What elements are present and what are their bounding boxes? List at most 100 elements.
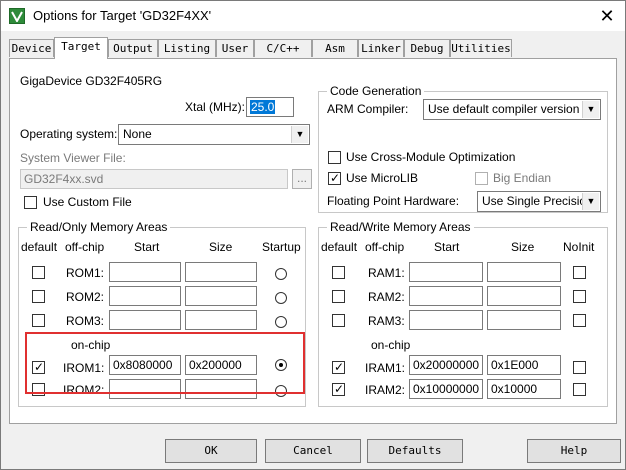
- fpu-select[interactable]: Use Single Precision ▼: [477, 191, 601, 212]
- rom2-startup-radio[interactable]: [275, 292, 287, 304]
- rw-onchip-label: on-chip: [371, 338, 411, 352]
- microlib-checkbox[interactable]: ✓: [328, 171, 341, 185]
- rom2-default-checkbox[interactable]: [32, 290, 45, 303]
- ram1-default-checkbox[interactable]: [332, 266, 345, 279]
- help-button[interactable]: Help: [527, 439, 621, 463]
- ro-header-size: Size: [209, 240, 233, 254]
- tab-target[interactable]: Target: [54, 37, 108, 59]
- ram2-label: RAM2:: [368, 290, 405, 304]
- ram1-label: RAM1:: [368, 266, 405, 280]
- rom1-start-input[interactable]: [109, 262, 181, 282]
- tab-user[interactable]: User: [216, 39, 254, 57]
- xtal-label: Xtal (MHz):: [185, 100, 245, 114]
- rom1-startup-radio[interactable]: [275, 268, 287, 280]
- device-name: GigaDevice GD32F405RG: [20, 74, 163, 88]
- cross-module-checkbox[interactable]: [328, 151, 341, 164]
- custom-file-checkbox[interactable]: [24, 196, 37, 209]
- rom3-startup-radio[interactable]: [275, 316, 287, 328]
- ro-header-startup: Startup: [262, 240, 301, 254]
- check-icon: ✓: [330, 171, 341, 185]
- ram2-noinit-checkbox[interactable]: [573, 290, 586, 303]
- iram2-noinit-checkbox[interactable]: [573, 383, 586, 396]
- arm-compiler-value: Use default compiler version: [428, 102, 580, 116]
- big-endian-label: Big Endian: [493, 171, 552, 185]
- iram1-noinit-checkbox[interactable]: [573, 361, 586, 374]
- code-generation-group: Code Generation ARM Compiler: Use defaul…: [318, 84, 608, 213]
- svd-label: System Viewer File:: [20, 151, 126, 165]
- arm-compiler-select[interactable]: Use default compiler version ▼: [423, 99, 601, 120]
- os-label: Operating system:: [20, 127, 118, 141]
- cancel-button[interactable]: Cancel: [265, 439, 361, 463]
- rom1-default-checkbox[interactable]: [32, 266, 45, 279]
- tab-c-cpp[interactable]: C/C++: [254, 39, 312, 57]
- ok-button[interactable]: OK: [165, 439, 257, 463]
- code-generation-title: Code Generation: [327, 84, 425, 98]
- rom3-label: ROM3:: [66, 314, 105, 328]
- rom2-label: ROM2:: [66, 290, 105, 304]
- rw-header-offchip: off-chip: [365, 240, 405, 254]
- ram2-size-input[interactable]: [487, 286, 561, 306]
- xtal-input[interactable]: 25.0: [246, 97, 294, 117]
- tab-debug[interactable]: Debug: [404, 39, 450, 57]
- iram1-start-input[interactable]: 0x20000000: [409, 355, 483, 375]
- tab-asm[interactable]: Asm: [312, 39, 358, 57]
- ro-header-default: default: [21, 240, 58, 254]
- rom1-label: ROM1:: [66, 266, 105, 280]
- ram1-noinit-checkbox[interactable]: [573, 266, 586, 279]
- rw-memory-title: Read/Write Memory Areas: [327, 220, 474, 234]
- fpu-select-value: Use Single Precision: [482, 194, 593, 208]
- close-icon[interactable]: ✕: [593, 3, 621, 29]
- os-select[interactable]: None ▼: [118, 124, 310, 145]
- tab-utilities[interactable]: Utilities: [450, 39, 512, 57]
- ram3-start-input[interactable]: [409, 310, 483, 330]
- ram3-size-input[interactable]: [487, 310, 561, 330]
- rom3-default-checkbox[interactable]: [32, 314, 45, 327]
- iram2-label: IRAM2:: [365, 383, 406, 397]
- window-title: Options for Target 'GD32F4XX': [33, 8, 212, 23]
- ram1-size-input[interactable]: [487, 262, 561, 282]
- svd-file-input[interactable]: GD32F4xx.svd: [20, 169, 288, 189]
- options-dialog: Options for Target 'GD32F4XX' ✕ Device T…: [0, 0, 626, 470]
- microlib-label: Use MicroLIB: [346, 171, 419, 185]
- tab-output[interactable]: Output: [108, 39, 158, 57]
- rom2-size-input[interactable]: [185, 286, 257, 306]
- title-bar: Options for Target 'GD32F4XX' ✕: [1, 1, 625, 31]
- rw-header-default: default: [321, 240, 358, 254]
- ro-memory-title: Read/Only Memory Areas: [27, 220, 171, 234]
- iram1-size-input[interactable]: 0x1E000: [487, 355, 561, 375]
- iram1-default-checkbox[interactable]: ✓: [332, 360, 345, 374]
- iram2-start-input[interactable]: 0x10000000: [409, 379, 483, 399]
- rom2-start-input[interactable]: [109, 286, 181, 306]
- iram2-size-input[interactable]: 0x10000: [487, 379, 561, 399]
- ro-header-offchip: off-chip: [65, 240, 105, 254]
- defaults-button[interactable]: Defaults: [367, 439, 463, 463]
- tab-device[interactable]: Device: [9, 39, 54, 57]
- check-icon: ✓: [334, 360, 345, 374]
- ram1-start-input[interactable]: [409, 262, 483, 282]
- ram2-default-checkbox[interactable]: [332, 290, 345, 303]
- iram2-default-checkbox[interactable]: ✓: [332, 382, 345, 396]
- chevron-down-icon: ▼: [582, 193, 599, 210]
- ram3-default-checkbox[interactable]: [332, 314, 345, 327]
- rom3-size-input[interactable]: [185, 310, 257, 330]
- big-endian-checkbox[interactable]: [475, 172, 488, 185]
- rom3-start-input[interactable]: [109, 310, 181, 330]
- cross-module-label: Use Cross-Module Optimization: [346, 150, 516, 164]
- tab-listing[interactable]: Listing: [158, 39, 216, 57]
- arm-compiler-label: ARM Compiler:: [327, 102, 409, 116]
- ram3-label: RAM3:: [368, 314, 405, 328]
- rw-header-start: Start: [434, 240, 460, 254]
- svd-browse-button[interactable]: ...: [292, 169, 312, 189]
- chevron-down-icon: ▼: [291, 126, 308, 143]
- rw-header-size: Size: [511, 240, 535, 254]
- tab-linker[interactable]: Linker: [358, 39, 404, 57]
- red-highlight-box: [25, 332, 305, 394]
- custom-file-label: Use Custom File: [43, 195, 132, 209]
- fpu-label: Floating Point Hardware:: [327, 194, 460, 208]
- chevron-down-icon: ▼: [582, 101, 599, 118]
- ram3-noinit-checkbox[interactable]: [573, 314, 586, 327]
- ram2-start-input[interactable]: [409, 286, 483, 306]
- rw-memory-group: Read/Write Memory Areas default off-chip…: [318, 220, 608, 407]
- rom1-size-input[interactable]: [185, 262, 257, 282]
- iram1-label: IRAM1:: [365, 361, 406, 375]
